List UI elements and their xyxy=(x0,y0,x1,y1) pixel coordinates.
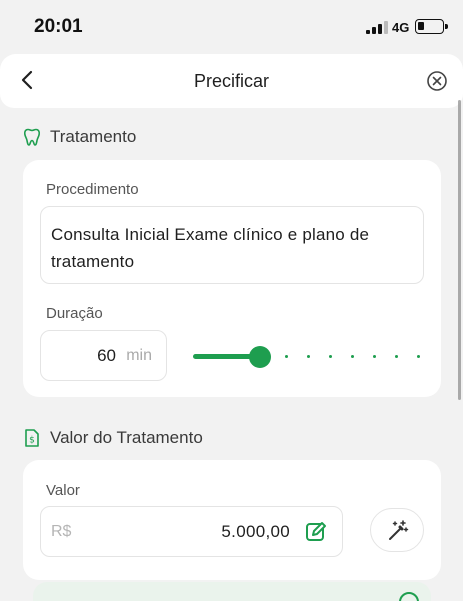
price-label: Valor xyxy=(46,482,80,499)
duration-label: Duração xyxy=(46,305,103,322)
value-card: Valor R$ 5.000,00 xyxy=(23,460,441,580)
section-value-header: $ Valor do Tratamento xyxy=(22,428,203,448)
slider-tick xyxy=(329,355,332,358)
duration-value: 60 xyxy=(97,346,116,365)
slider-tick xyxy=(417,355,420,358)
status-bar: 20:01 4G xyxy=(0,0,463,54)
info-icon[interactable] xyxy=(399,592,419,601)
procedure-label: Procedimento xyxy=(46,181,139,198)
slider-tick xyxy=(373,355,376,358)
slider-tick xyxy=(395,355,398,358)
battery-icon xyxy=(415,19,448,34)
section-treatment-title: Tratamento xyxy=(50,127,137,146)
price-amount: 5.000,00 xyxy=(221,522,290,541)
slider-tick xyxy=(285,355,288,358)
slider-tick xyxy=(351,355,354,358)
page-title: Precificar xyxy=(193,71,269,91)
procedure-value: Consulta Inicial Exame clínico e plano d… xyxy=(51,225,370,271)
scrollbar[interactable] xyxy=(458,100,461,400)
status-time: 20:01 xyxy=(34,16,83,37)
duration-input[interactable]: 60 min xyxy=(40,330,167,381)
treatment-card: Procedimento Consulta Inicial Exame clín… xyxy=(23,160,441,397)
money-document-icon: $ xyxy=(25,429,39,447)
section-value-title: Valor do Tratamento xyxy=(50,428,203,447)
edit-icon[interactable] xyxy=(304,520,328,544)
close-circle-icon[interactable] xyxy=(426,70,448,92)
slider-tick xyxy=(307,355,310,358)
slider-thumb[interactable] xyxy=(249,346,271,368)
currency-symbol: R$ xyxy=(51,523,72,540)
signal-icon xyxy=(366,21,388,34)
procedure-field[interactable]: Consulta Inicial Exame clínico e plano d… xyxy=(40,206,424,284)
magic-wand-button[interactable] xyxy=(370,508,424,552)
price-input[interactable]: R$ 5.000,00 xyxy=(40,506,343,557)
section-treatment-header: Tratamento xyxy=(22,127,136,147)
summary-card-partial xyxy=(33,582,431,601)
duration-unit: min xyxy=(126,347,152,364)
tooth-icon xyxy=(23,128,41,146)
header: Precificar xyxy=(0,54,463,108)
svg-text:$: $ xyxy=(29,436,35,446)
duration-slider[interactable] xyxy=(193,346,420,368)
magic-wand-icon xyxy=(389,520,409,540)
network-label: 4G xyxy=(392,20,410,35)
